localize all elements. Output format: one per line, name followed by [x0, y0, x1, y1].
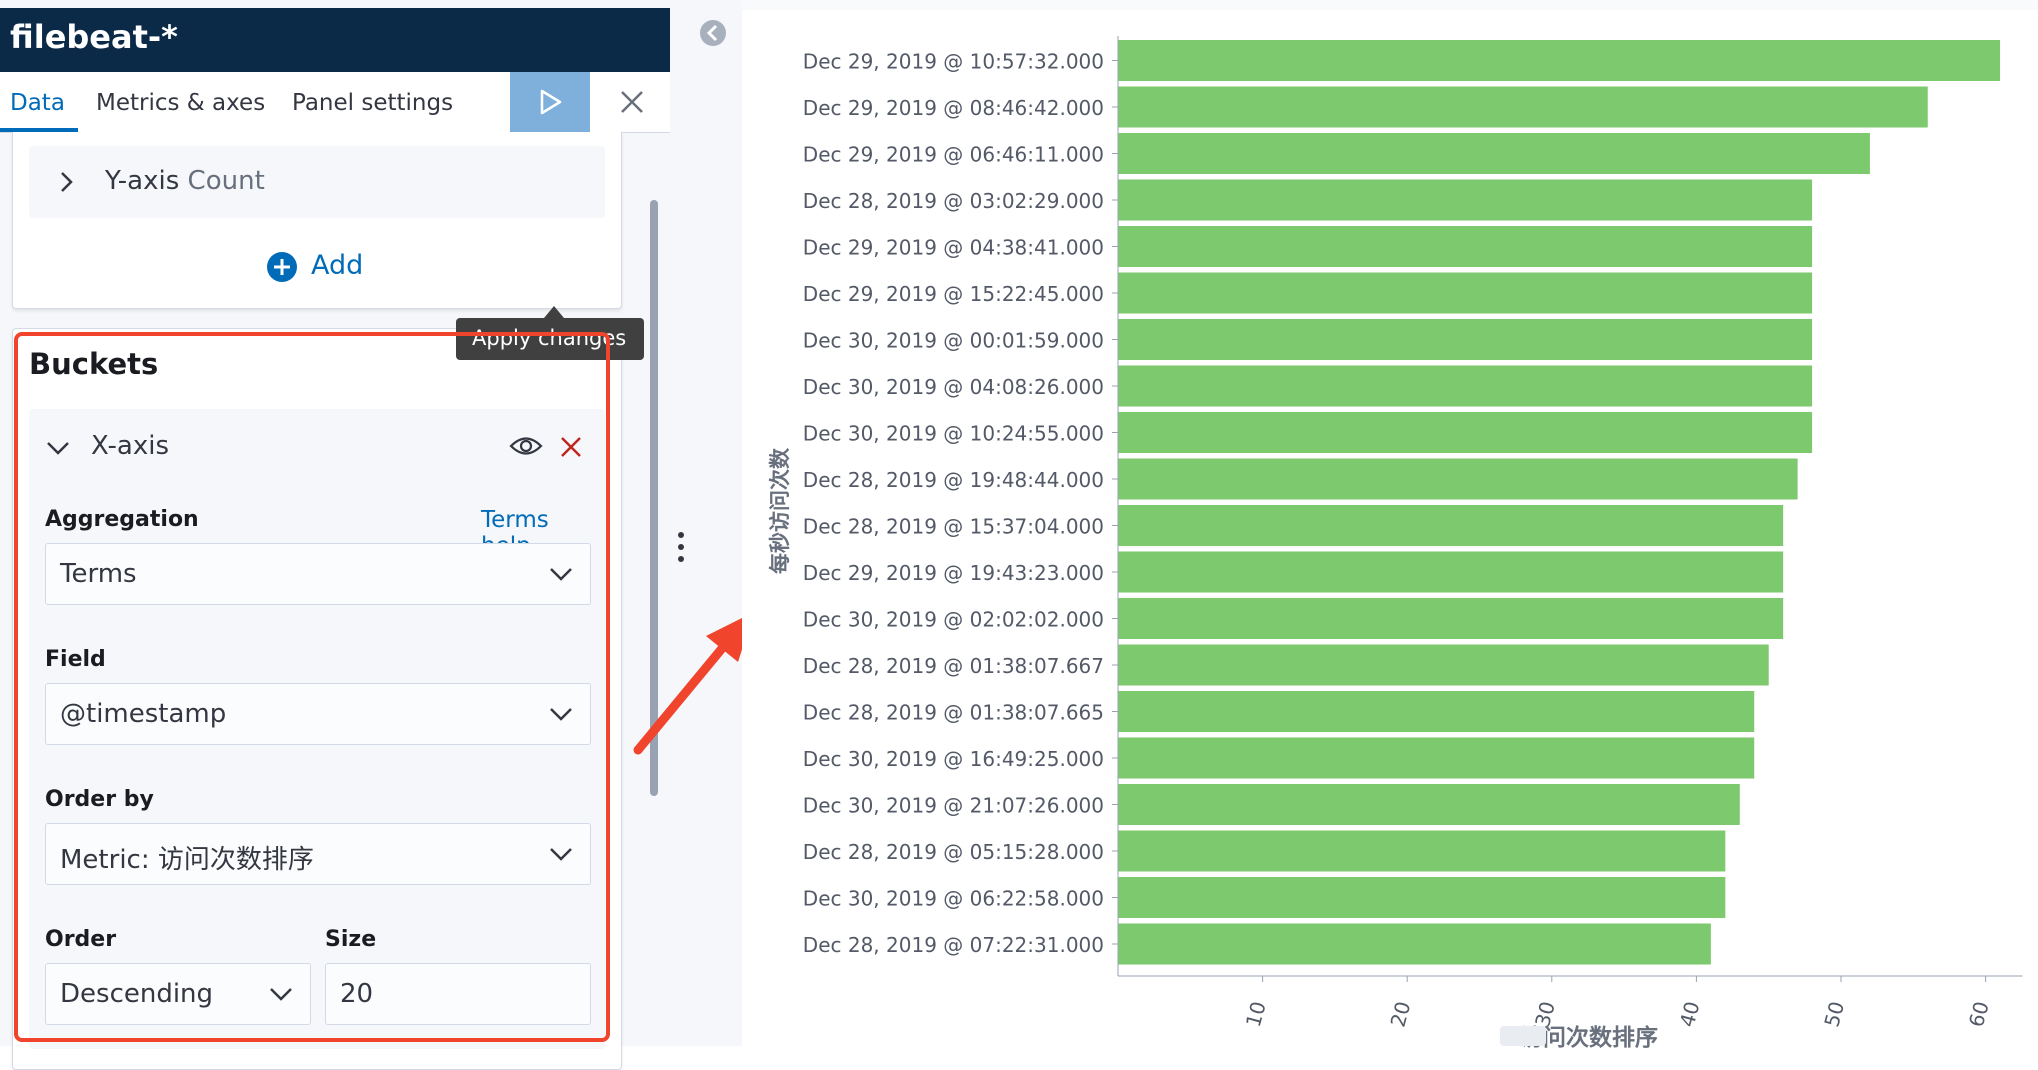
chevron-right-icon[interactable] [57, 170, 77, 194]
category-tick-label: Dec 30, 2019 @ 21:07:26.000 [803, 794, 1104, 818]
resize-handle-icon[interactable] [676, 530, 686, 564]
bar[interactable] [1118, 40, 2001, 81]
close-editor-button[interactable] [612, 84, 652, 120]
category-tick-label: Dec 28, 2019 @ 15:37:04.000 [803, 515, 1104, 539]
plus-circle-icon [267, 252, 297, 282]
category-tick-label: Dec 30, 2019 @ 00:01:59.000 [803, 329, 1104, 353]
annotation-highlight-box [14, 332, 610, 1042]
bar[interactable] [1118, 691, 1755, 732]
category-tick-label: Dec 29, 2019 @ 15:22:45.000 [803, 282, 1104, 306]
bar[interactable] [1118, 226, 1813, 267]
editor-panel: filebeat-* Data Metrics & axes Panel set… [0, 0, 670, 1070]
category-tick-label: Dec 30, 2019 @ 06:22:58.000 [803, 887, 1104, 911]
bar[interactable] [1118, 319, 1813, 360]
tab-metrics-axes[interactable]: Metrics & axes [96, 90, 265, 116]
x-tick-label: 50 [1819, 999, 1849, 1030]
legend-toggle-button[interactable] [1500, 1026, 1546, 1046]
bar[interactable] [1118, 505, 1784, 546]
close-icon [621, 91, 643, 113]
x-tick-label: 10 [1241, 999, 1271, 1030]
category-tick-label: Dec 29, 2019 @ 06:46:11.000 [803, 143, 1104, 167]
bar[interactable] [1118, 923, 1711, 965]
category-tick-label: Dec 28, 2019 @ 19:48:44.000 [803, 468, 1104, 492]
x-tick-label: 40 [1675, 999, 1705, 1030]
category-tick-label: Dec 29, 2019 @ 04:38:41.000 [803, 236, 1104, 260]
bar[interactable] [1118, 737, 1755, 779]
category-tick-label: Dec 28, 2019 @ 01:38:07.665 [803, 701, 1104, 725]
bar[interactable] [1118, 598, 1784, 639]
index-pattern-header: filebeat-* [0, 8, 670, 72]
tab-panel-settings[interactable]: Panel settings [292, 90, 453, 116]
bar[interactable] [1118, 86, 1928, 128]
category-tick-label: Dec 28, 2019 @ 03:02:29.000 [803, 189, 1104, 213]
bar[interactable] [1118, 412, 1813, 453]
yaxis-agg-label: Y-axis Count [105, 166, 265, 196]
bar[interactable] [1118, 365, 1813, 407]
category-tick-label: Dec 30, 2019 @ 10:24:55.000 [803, 422, 1104, 446]
metrics-card: Y-axis Count Add [12, 132, 622, 309]
y-axis-title: 每秒访问次数 [768, 448, 792, 574]
bar[interactable] [1118, 551, 1784, 593]
bar[interactable] [1118, 133, 1870, 174]
index-pattern-title: filebeat-* [10, 18, 178, 56]
x-tick-label: 60 [1964, 999, 1994, 1030]
editor-tabs: Data Metrics & axes Panel settings [0, 72, 670, 133]
tab-data[interactable]: Data [10, 90, 65, 116]
category-tick-label: Dec 30, 2019 @ 16:49:25.000 [803, 747, 1104, 771]
category-tick-label: Dec 28, 2019 @ 07:22:31.000 [803, 933, 1104, 957]
category-tick-label: Dec 30, 2019 @ 02:02:02.000 [803, 608, 1104, 632]
play-icon [540, 89, 562, 115]
x-tick-label: 20 [1386, 999, 1416, 1030]
bar-chart: Dec 29, 2019 @ 10:57:32.000 Dec 29, 2019 … [803, 36, 2023, 1030]
tooltip-arrow [544, 306, 564, 318]
bar[interactable] [1118, 179, 1813, 221]
category-tick-label: Dec 29, 2019 @ 10:57:32.000 [803, 50, 1104, 74]
panel-divider [670, 0, 742, 1046]
category-tick-label: Dec 30, 2019 @ 04:08:26.000 [803, 375, 1104, 399]
collapse-sidebar-icon[interactable] [698, 18, 728, 48]
bar[interactable] [1118, 644, 1769, 686]
category-tick-label: Dec 28, 2019 @ 05:15:28.000 [803, 840, 1104, 864]
category-tick-label: Dec 28, 2019 @ 01:38:07.667 [803, 654, 1104, 678]
category-tick-label: Dec 29, 2019 @ 08:46:42.000 [803, 96, 1104, 120]
bar[interactable] [1118, 458, 1798, 500]
bar[interactable] [1118, 830, 1726, 872]
yaxis-agg-row[interactable]: Y-axis Count [29, 146, 605, 218]
category-tick-label: Dec 29, 2019 @ 19:43:23.000 [803, 561, 1104, 585]
bar[interactable] [1118, 877, 1726, 918]
apply-changes-button[interactable] [510, 72, 590, 132]
bar[interactable] [1118, 272, 1813, 314]
bar[interactable] [1118, 784, 1740, 825]
chart-area: Dec 29, 2019 @ 10:57:32.000 Dec 29, 2019 … [742, 0, 2038, 1051]
